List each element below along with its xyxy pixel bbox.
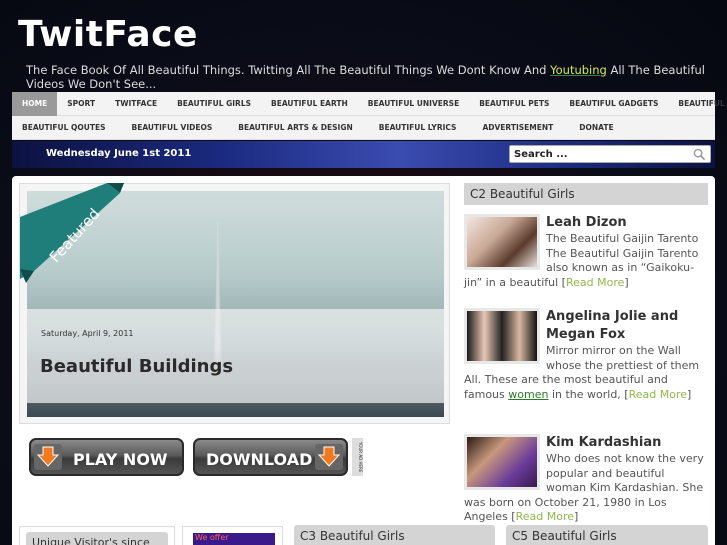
date-bar: Wednesday June 1st 2011 Search ... bbox=[12, 141, 715, 168]
featured-caption: Saturday, April 9, 2011 Beautiful Buildi… bbox=[27, 309, 444, 403]
excerpt-close: ] bbox=[624, 275, 629, 289]
widget-title-c3: C3 Beautiful Girls bbox=[294, 525, 495, 545]
read-more-link[interactable]: Read More bbox=[516, 510, 574, 523]
excerpt-text-2: in the world, [ bbox=[548, 387, 629, 401]
main-navigation: HOME SPORT TWITFACE BEAUTIFUL GIRLS BEAU… bbox=[12, 91, 727, 140]
current-date: Wednesday June 1st 2011 bbox=[46, 148, 192, 159]
nav-item-twitface[interactable]: TWITFACE bbox=[105, 92, 167, 116]
search-input[interactable]: Search ... bbox=[509, 145, 711, 163]
search-icon[interactable] bbox=[693, 148, 706, 161]
nav-row-1: HOME SPORT TWITFACE BEAUTIFUL GIRLS BEAU… bbox=[12, 91, 727, 116]
tagline-link[interactable]: Youtubing bbox=[550, 63, 607, 77]
nav-item-beautiful-news[interactable]: BEAUTIFUL NEWS bbox=[668, 92, 727, 116]
nav-row-2: BEAUTIFUL QOUTES BEAUTIFUL VIDEOS BEAUTI… bbox=[12, 116, 715, 140]
sidebar-post: Kim Kardashian Who does not know the ver… bbox=[464, 434, 708, 524]
nav-item-donate[interactable]: DONATE bbox=[563, 116, 623, 140]
featured-ribbon: Featured bbox=[20, 183, 124, 283]
post-thumbnail[interactable] bbox=[464, 434, 540, 490]
nav-item-beautiful-girls[interactable]: BEAUTIFUL GIRLS bbox=[167, 92, 261, 116]
download-button[interactable]: DOWNLOAD bbox=[193, 438, 348, 476]
main-content: Saturday, April 9, 2011 Beautiful Buildi… bbox=[12, 176, 715, 545]
excerpt-close: ] bbox=[574, 510, 579, 523]
excerpt-close: ] bbox=[687, 387, 692, 401]
site-header: TwitFace The Face Book Of All Beautiful … bbox=[0, 0, 727, 92]
sidebar: C2 Beautiful Girls Leah Dizon The Beauti… bbox=[464, 183, 708, 524]
visitor-widget-title: Unique Visitor's since bbox=[26, 532, 168, 545]
widget-title-c5: C5 Beautiful Girls bbox=[506, 525, 708, 545]
widget-title-c2: C2 Beautiful Girls bbox=[464, 183, 708, 205]
read-more-link[interactable]: Read More bbox=[629, 388, 687, 401]
women-link[interactable]: women bbox=[508, 388, 548, 401]
nav-item-beautiful-lyrics[interactable]: BEAUTIFUL LYRICS bbox=[363, 116, 467, 140]
ad-banner[interactable]: We offer bbox=[193, 533, 275, 545]
tagline-text: The Face Book Of All Beautiful Things. T… bbox=[26, 63, 551, 77]
sidebar-post: Angelina Jolie and Megan Fox Mirror mirr… bbox=[464, 308, 708, 420]
post-thumbnail[interactable] bbox=[464, 308, 540, 364]
nav-item-beautiful-gadgets[interactable]: BEAUTIFUL GADGETS bbox=[559, 92, 668, 116]
nav-item-beautiful-qoutes[interactable]: BEAUTIFUL QOUTES bbox=[12, 116, 116, 140]
nav-item-sport[interactable]: SPORT bbox=[57, 92, 105, 116]
nav-item-beautiful-pets[interactable]: BEAUTIFUL PETS bbox=[469, 92, 559, 116]
ad-text: We offer bbox=[195, 533, 229, 542]
nav-item-home[interactable]: HOME bbox=[12, 91, 58, 116]
play-now-label: PLAY NOW bbox=[73, 450, 168, 469]
read-more-link[interactable]: Read More bbox=[566, 276, 624, 289]
featured-date: Saturday, April 9, 2011 bbox=[41, 329, 134, 338]
nav-item-beautiful-earth[interactable]: BEAUTIFUL EARTH bbox=[261, 92, 358, 116]
sidebar-post: Leah Dizon The Beautiful Gaijin Tarento … bbox=[464, 214, 708, 294]
search-placeholder: Search ... bbox=[514, 149, 568, 160]
download-arrow-icon bbox=[315, 444, 343, 470]
featured-slider: Saturday, April 9, 2011 Beautiful Buildi… bbox=[19, 183, 450, 424]
site-tagline: The Face Book Of All Beautiful Things. T… bbox=[26, 63, 716, 91]
nav-item-advertisement[interactable]: ADVERTISEMENT bbox=[466, 116, 563, 140]
play-now-button[interactable]: PLAY NOW bbox=[29, 438, 184, 476]
nav-item-beautiful-universe[interactable]: BEAUTIFUL UNIVERSE bbox=[358, 92, 469, 116]
post-thumbnail[interactable] bbox=[464, 214, 540, 270]
download-arrow-icon bbox=[34, 444, 62, 470]
site-title[interactable]: TwitFace bbox=[18, 14, 198, 55]
nav-item-beautiful-videos[interactable]: BEAUTIFUL VIDEOS bbox=[116, 116, 223, 140]
download-label: DOWNLOAD bbox=[206, 450, 313, 469]
ad-tag[interactable]: YOUR AD HERE bbox=[352, 438, 363, 476]
nav-item-beautiful-arts[interactable]: BEAUTIFUL ARTS & DESIGN bbox=[222, 116, 363, 140]
featured-title[interactable]: Beautiful Buildings bbox=[40, 356, 233, 377]
